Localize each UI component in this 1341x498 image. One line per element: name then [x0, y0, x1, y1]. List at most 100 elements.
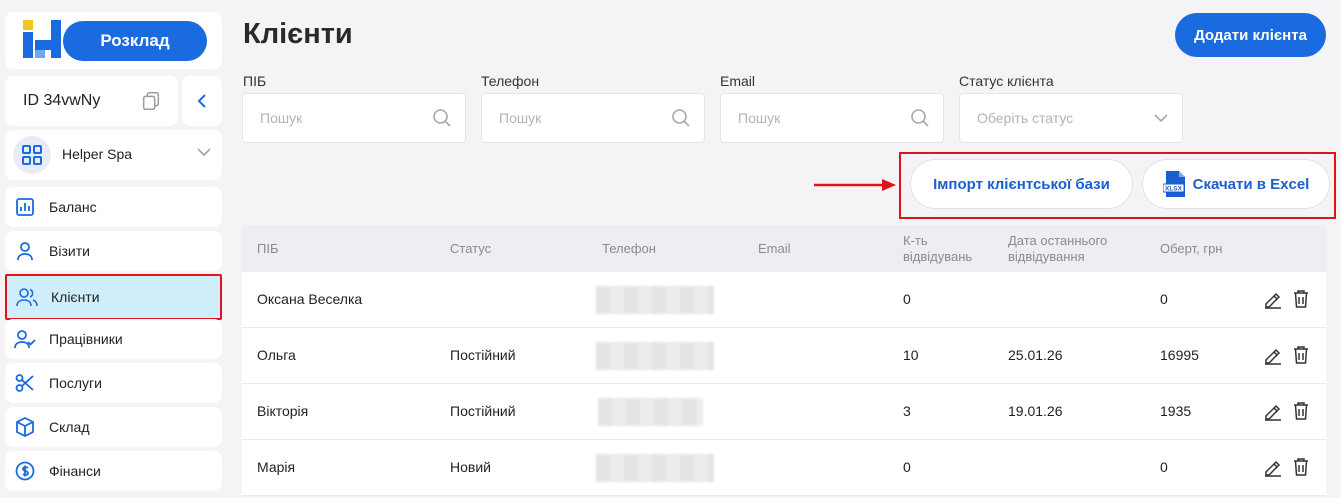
cell-last-visit: 25.01.26: [1008, 347, 1063, 363]
header-turnover[interactable]: Оберт, грн: [1160, 241, 1222, 257]
cell-name: Вікторія: [257, 403, 309, 419]
cell-name: Оксана Веселка: [257, 291, 363, 307]
sidebar-item-finances[interactable]: Фінанси: [5, 451, 222, 491]
logo-card: Розклад: [5, 12, 222, 69]
cell-visits: 10: [903, 347, 919, 363]
sidebar-item-label: Склад: [49, 419, 90, 435]
header-last-visit-line1: Дата останнього: [1008, 233, 1108, 248]
xlsx-badge: XLSX: [1165, 186, 1183, 193]
cell-last-visit: 19.01.26: [1008, 403, 1063, 419]
filter-status-label: Статус клієнта: [959, 73, 1054, 89]
cell-visits: 3: [903, 403, 911, 419]
sidebar: Розклад ID 34vwNy Helper Spa Баланс Візи…: [0, 0, 226, 498]
org-name: Helper Spa: [62, 146, 133, 162]
header-status[interactable]: Статус: [450, 241, 491, 257]
trash-icon[interactable]: [1292, 289, 1310, 309]
cell-visits: 0: [903, 291, 911, 307]
filter-email-label: Email: [720, 73, 756, 89]
phone-redacted: [596, 454, 714, 482]
search-icon: [433, 109, 451, 127]
copy-icon[interactable]: [140, 90, 162, 112]
header-visits-line1: К-ть: [903, 233, 928, 248]
edit-icon[interactable]: [1263, 345, 1283, 365]
filter-phone-label: Телефон: [481, 73, 540, 89]
table-row[interactable]: Оксана Веселка 0 0: [242, 272, 1326, 328]
cell-status: Новий: [450, 459, 491, 475]
table-row[interactable]: Ольга Постійний 10 25.01.26 16995: [242, 328, 1326, 384]
sidebar-item-label: Клієнти: [51, 289, 100, 305]
sidebar-item-label: Візити: [49, 243, 90, 259]
search-icon: [911, 109, 929, 127]
header-last-visit[interactable]: Дата останнього відвідування: [1008, 233, 1107, 265]
user-icon: [13, 239, 37, 263]
chevron-down-icon: [197, 148, 211, 157]
trash-icon[interactable]: [1292, 345, 1310, 365]
arrow-annotation-icon: [814, 179, 896, 191]
filter-status-select[interactable]: Оберіть статус: [959, 93, 1183, 143]
cell-name: Ольга: [257, 347, 296, 363]
chevron-left-icon: [197, 94, 206, 108]
sidebar-item-visits[interactable]: Візити: [5, 231, 222, 271]
sidebar-item-clients[interactable]: Клієнти: [5, 274, 222, 320]
table-row[interactable]: Вікторія Постійний 3 19.01.26 1935: [242, 384, 1326, 440]
sidebar-item-label: Фінанси: [49, 463, 101, 479]
grid-icon: [22, 145, 42, 165]
phone-redacted: [596, 342, 714, 370]
page-title: Клієнти: [243, 18, 353, 50]
chevron-down-icon: [1154, 114, 1168, 123]
schedule-button[interactable]: Розклад: [63, 21, 207, 61]
users-icon: [15, 285, 39, 309]
header-phone[interactable]: Телефон: [602, 241, 656, 257]
cell-turnover: 1935: [1160, 403, 1192, 419]
table-row[interactable]: Марія Новий 0 0: [242, 440, 1326, 496]
account-id-card: ID 34vwNy: [5, 76, 178, 126]
cell-name: Марія: [257, 459, 296, 475]
account-id: ID 34vwNy: [23, 92, 101, 109]
cell-visits: 0: [903, 459, 911, 475]
cell-status: Постійний: [450, 403, 516, 419]
sidebar-item-label: Баланс: [49, 199, 97, 215]
scissors-icon: [13, 371, 37, 395]
header-name[interactable]: ПІБ: [257, 241, 279, 257]
sidebar-item-warehouse[interactable]: Склад: [5, 407, 222, 447]
download-excel-button[interactable]: XLSX Скачати в Excel: [1142, 159, 1330, 209]
header-email[interactable]: Email: [758, 241, 791, 257]
table-header: ПІБ Статус Телефон Email К-ть відвідуван…: [242, 225, 1326, 272]
cell-turnover: 16995: [1160, 347, 1199, 363]
trash-icon[interactable]: [1292, 401, 1310, 421]
chart-bar-icon: [13, 195, 37, 219]
header-visits-line2: відвідувань: [903, 249, 973, 264]
filter-name-label: ПІБ: [243, 73, 267, 89]
filter-name-input[interactable]: Пошук: [242, 93, 466, 143]
logo-icon: [23, 20, 61, 58]
search-icon: [672, 109, 690, 127]
org-selector[interactable]: Helper Spa: [5, 130, 222, 180]
filter-phone-input[interactable]: Пошук: [481, 93, 705, 143]
box-icon: [13, 415, 37, 439]
sidebar-item-label: Послуги: [49, 375, 102, 391]
sidebar-item-balance[interactable]: Баланс: [5, 187, 222, 227]
edit-icon[interactable]: [1263, 457, 1283, 477]
edit-icon[interactable]: [1263, 401, 1283, 421]
clients-table: ПІБ Статус Телефон Email К-ть відвідуван…: [242, 225, 1326, 496]
sidebar-item-services[interactable]: Послуги: [5, 363, 222, 403]
filter-email-placeholder: Пошук: [738, 110, 781, 126]
edit-icon[interactable]: [1263, 289, 1283, 309]
dollar-icon: [13, 459, 37, 483]
user-check-icon: [13, 327, 37, 351]
download-excel-label: Скачати в Excel: [1192, 175, 1310, 193]
filter-status-placeholder: Оберіть статус: [977, 110, 1074, 126]
header-visits[interactable]: К-ть відвідувань: [903, 233, 972, 265]
phone-redacted: [596, 286, 714, 314]
filter-phone-placeholder: Пошук: [499, 110, 542, 126]
trash-icon[interactable]: [1292, 457, 1310, 477]
cell-turnover: 0: [1160, 459, 1168, 475]
sidebar-item-employees[interactable]: Працівники: [5, 319, 222, 359]
xlsx-file-icon: XLSX: [1162, 171, 1185, 197]
add-client-button[interactable]: Додати клієнта: [1175, 13, 1326, 57]
header-last-visit-line2: відвідування: [1008, 249, 1085, 264]
cell-turnover: 0: [1160, 291, 1168, 307]
filter-email-input[interactable]: Пошук: [720, 93, 944, 143]
collapse-sidebar-button[interactable]: [182, 76, 222, 126]
import-clients-button[interactable]: Імпорт клієнтської бази: [910, 159, 1133, 209]
